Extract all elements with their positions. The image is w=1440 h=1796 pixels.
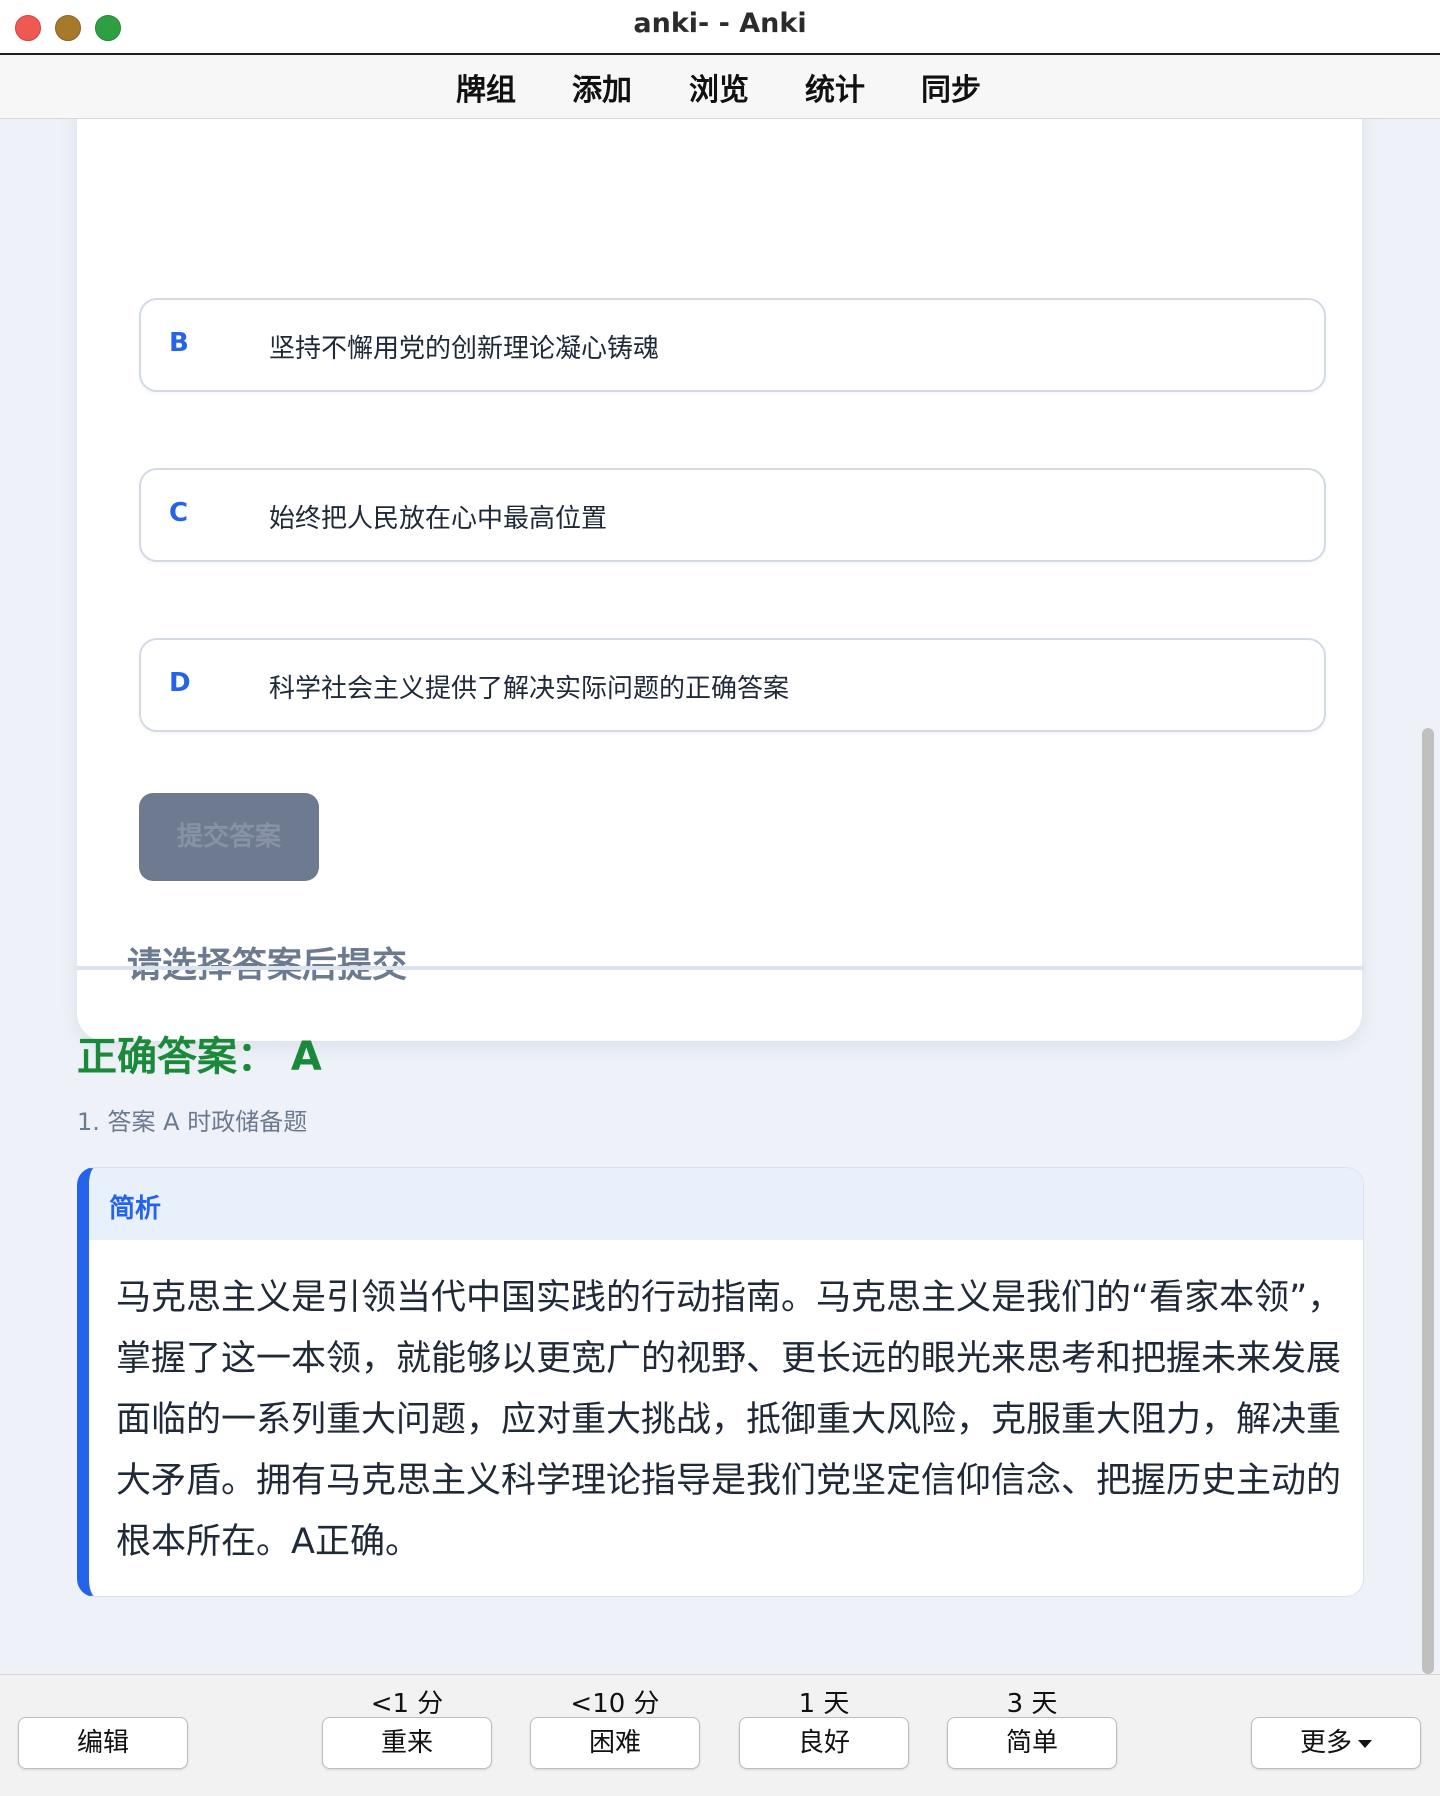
option-b[interactable]: B 坚持不懈用党的创新理论凝心铸魂 bbox=[139, 298, 1326, 392]
anki-window: anki- - Anki 牌组 添加 浏览 统计 同步 B 坚持不懈用党的创新理… bbox=[0, 0, 1440, 1796]
submit-answer-button[interactable]: 提交答案 bbox=[139, 793, 319, 881]
menu-sync[interactable]: 同步 bbox=[921, 65, 981, 109]
menu-add[interactable]: 添加 bbox=[572, 65, 632, 109]
interval-again: <1 分 bbox=[370, 1689, 444, 1719]
option-letter: B bbox=[169, 328, 189, 358]
interval-easy: 3 天 bbox=[1006, 1689, 1058, 1719]
menu-decks[interactable]: 牌组 bbox=[456, 65, 516, 109]
answer-bar: 编辑 <1 分 重来 <10 分 困难 1 天 良好 3 天 简单 更多 bbox=[0, 1674, 1440, 1796]
more-button[interactable]: 更多 bbox=[1251, 1717, 1421, 1769]
correct-answer-heading: 正确答案： A bbox=[77, 1034, 322, 1080]
again-button[interactable]: 重来 bbox=[322, 1717, 492, 1769]
option-letter: C bbox=[169, 498, 189, 528]
option-text: 坚持不懈用党的创新理论凝心铸魂 bbox=[269, 334, 660, 364]
scrollbar-thumb[interactable] bbox=[1422, 728, 1434, 1674]
interval-good: 1 天 bbox=[798, 1689, 850, 1719]
question-card: B 坚持不懈用党的创新理论凝心铸魂 C 始终把人民放在心中最高位置 D 科学社会… bbox=[77, 119, 1362, 1041]
analysis-header: 简析 bbox=[89, 1168, 1363, 1240]
window-title: anki- - Anki bbox=[633, 8, 807, 39]
option-text: 始终把人民放在心中最高位置 bbox=[269, 504, 608, 534]
interval-hard: <10 分 bbox=[570, 1689, 660, 1719]
review-content: B 坚持不懈用党的创新理论凝心铸魂 C 始终把人民放在心中最高位置 D 科学社会… bbox=[0, 119, 1440, 1674]
option-letter: D bbox=[169, 668, 191, 698]
analysis-body: 马克思主义是引领当代中国实践的行动指南。马克思主义是我们的“看家本领”，掌握了这… bbox=[116, 1278, 1343, 1562]
easy-button[interactable]: 简单 bbox=[947, 1717, 1117, 1769]
answer-note: 1. 答案 A 时政储备题 bbox=[77, 1108, 308, 1136]
title-bar: anki- - Anki bbox=[0, 0, 1440, 55]
chevron-down-icon bbox=[1358, 1739, 1372, 1748]
toolbar: 牌组 添加 浏览 统计 同步 bbox=[0, 55, 1440, 119]
answer-divider bbox=[77, 966, 1364, 970]
menu-browse[interactable]: 浏览 bbox=[689, 65, 749, 109]
analysis-box: 简析 马克思主义是引领当代中国实践的行动指南。马克思主义是我们的“看家本领”，掌… bbox=[77, 1167, 1364, 1597]
analysis-title: 简析 bbox=[109, 1194, 162, 1224]
select-hint: 请选择答案后提交 bbox=[127, 946, 408, 986]
hard-button[interactable]: 困难 bbox=[530, 1717, 700, 1769]
option-text: 科学社会主义提供了解决实际问题的正确答案 bbox=[269, 674, 790, 704]
good-button[interactable]: 良好 bbox=[739, 1717, 909, 1769]
option-d[interactable]: D 科学社会主义提供了解决实际问题的正确答案 bbox=[139, 638, 1326, 732]
option-c[interactable]: C 始终把人民放在心中最高位置 bbox=[139, 468, 1326, 562]
more-label: 更多 bbox=[1299, 1728, 1352, 1758]
edit-button[interactable]: 编辑 bbox=[18, 1717, 188, 1769]
menu-stats[interactable]: 统计 bbox=[805, 65, 865, 109]
